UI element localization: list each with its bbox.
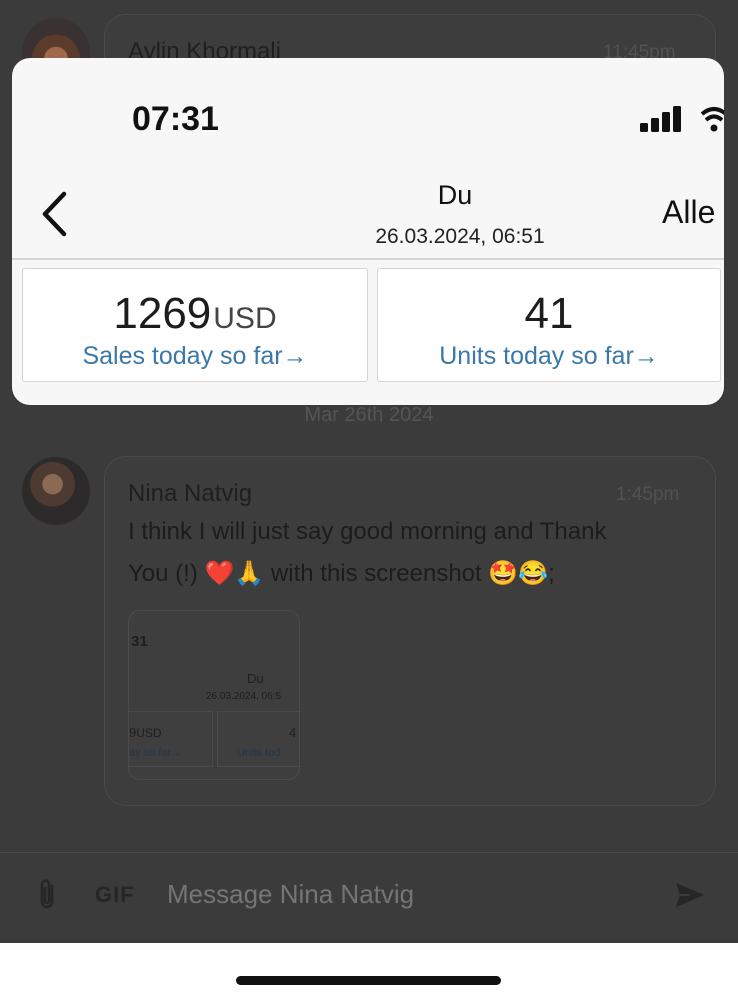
send-icon[interactable]: [674, 881, 706, 914]
sales-stat-card[interactable]: 1269USD Sales today so far→: [22, 268, 368, 382]
image-attachment-thumbnail[interactable]: 31 Du 26.03.2024, 06:5 9USD ay so far→ 4…: [128, 610, 300, 780]
sender-name: Nina Natvig: [128, 480, 253, 507]
page-date: 26.03.2024, 06:51: [375, 225, 545, 248]
page-title: Du: [437, 180, 473, 210]
units-stat-card[interactable]: 41 Units today so far→: [377, 268, 721, 382]
thumb-units-label: Units tod: [237, 747, 281, 759]
paperclip-icon[interactable]: [36, 878, 58, 917]
thumb-sales-unit: USD: [136, 726, 162, 740]
signal-wifi-icon: [640, 106, 724, 139]
thumb-units-value: 4: [289, 725, 297, 740]
thumb-title: Du: [247, 671, 264, 686]
avatar[interactable]: [22, 457, 90, 525]
sales-label-link[interactable]: Sales today so far→: [23, 342, 367, 371]
sales-value: 1269USD: [23, 289, 367, 339]
back-chevron-icon[interactable]: [40, 191, 70, 242]
message-text-line: I think I will just say good morning and…: [128, 518, 607, 545]
thumb-status-time: 31: [131, 633, 148, 650]
message-time: 1:45pm: [616, 484, 680, 505]
gif-button[interactable]: GIF: [95, 882, 135, 908]
message-input[interactable]: [165, 878, 629, 911]
status-bar-time: 07:31: [132, 100, 219, 138]
thumb-sales-value: 9USD: [129, 725, 162, 740]
thumb-date: 26.03.2024, 06:5: [206, 691, 282, 702]
message-text: I think I will just say good morning and…: [128, 511, 606, 595]
home-indicator[interactable]: [236, 976, 501, 985]
header-divider: [12, 258, 724, 260]
sales-unit: USD: [213, 302, 277, 335]
shared-screenshot-overlay: 07:31 Du 26.03.2024, 06:51 Alle 1269USD …: [12, 58, 724, 405]
composer-divider: [0, 852, 738, 853]
units-value: 41: [524, 289, 574, 338]
thumb-sales-label: ay so far→: [129, 747, 183, 759]
sales-number: 1269: [113, 289, 212, 338]
units-label-link[interactable]: Units today so far→: [378, 342, 720, 371]
message-text-line: You (!) ❤️🙏 with this screenshot 🤩😂;: [128, 560, 555, 587]
date-separator: Mar 26th 2024: [304, 404, 434, 426]
bottom-bar: [0, 943, 738, 999]
all-link[interactable]: Alle: [662, 194, 715, 231]
